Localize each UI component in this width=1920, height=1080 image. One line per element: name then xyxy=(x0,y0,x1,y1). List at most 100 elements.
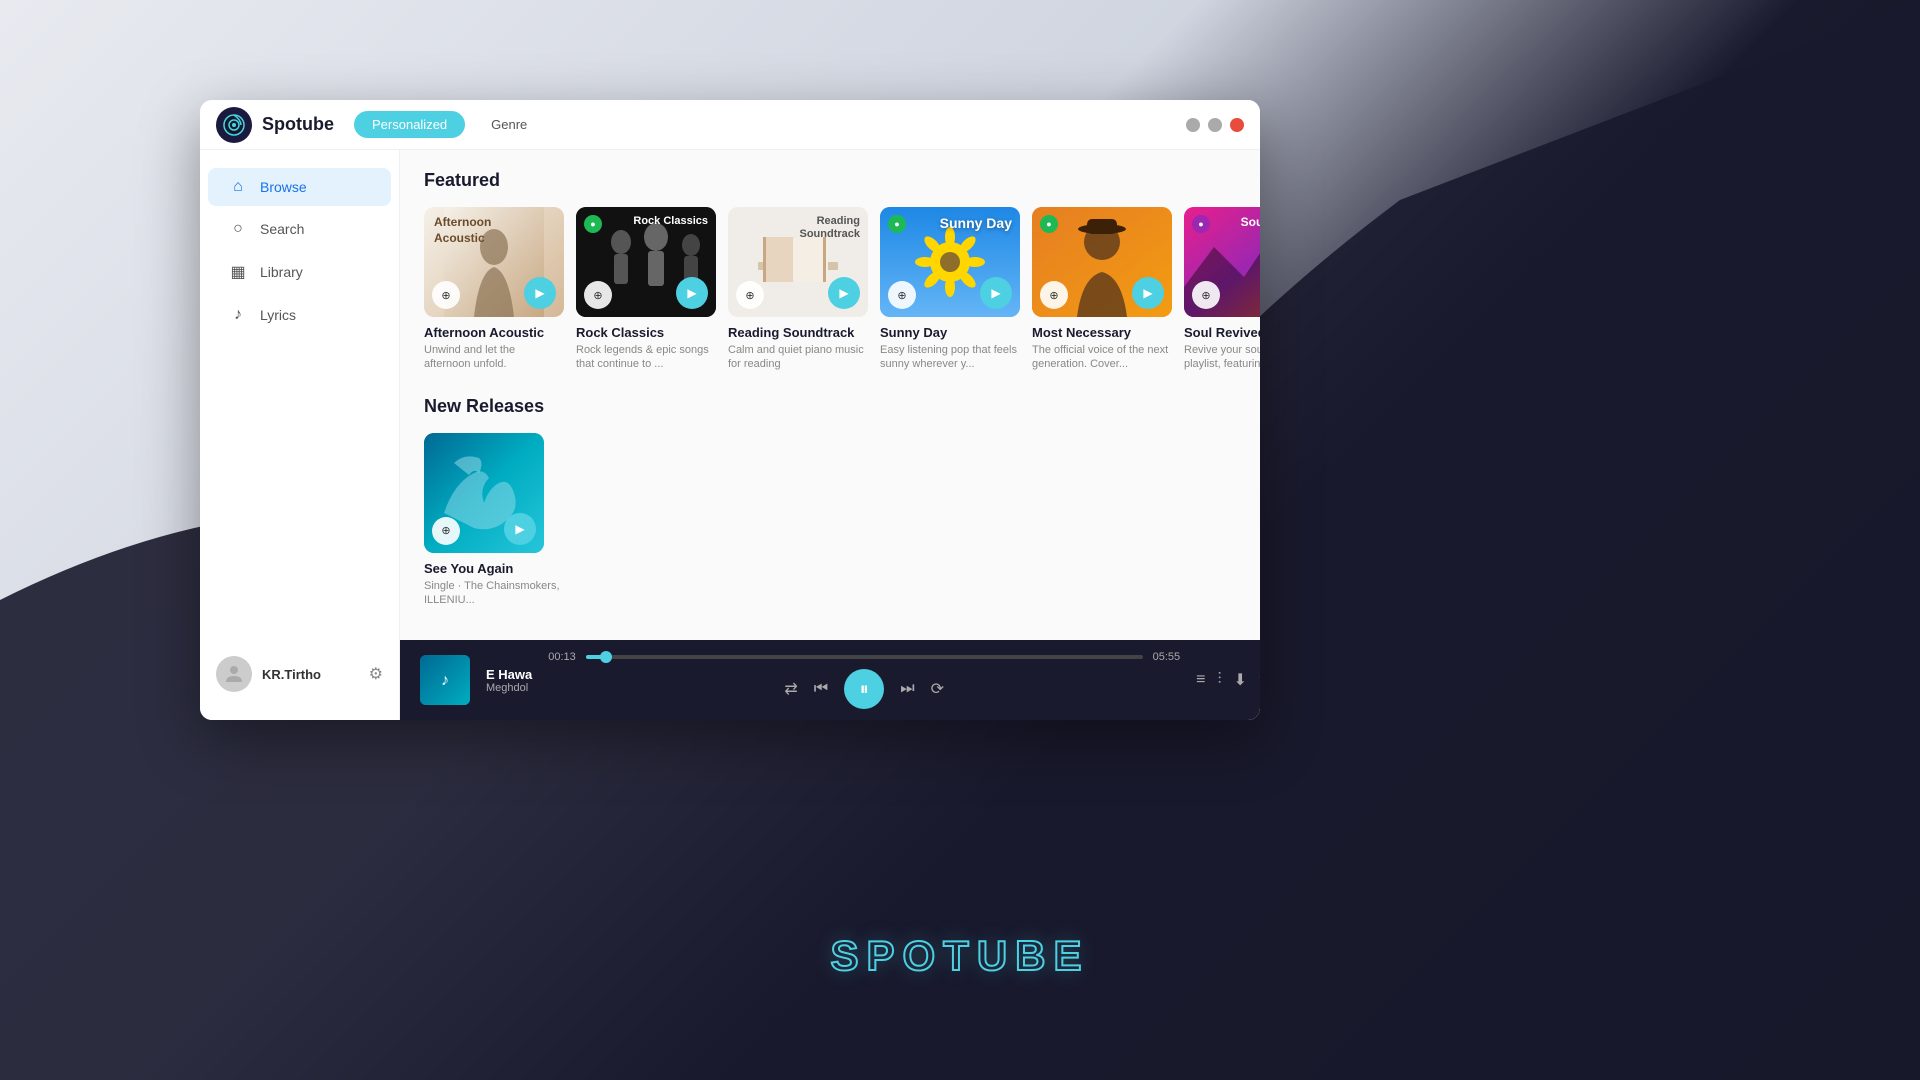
player-center: 00:13 05:55 ⇄ ⏮ ⏸ ⏭ ⟳ xyxy=(548,651,1180,709)
spotify-icon-sunny: ● xyxy=(888,215,906,233)
play-icon[interactable]: ▶ xyxy=(828,277,860,309)
player-track-info: E Hawa Meghdol xyxy=(486,667,532,694)
sidebar-item-browse-label: Browse xyxy=(260,179,307,195)
progress-track[interactable] xyxy=(586,655,1143,659)
sidebar-item-library-label: Library xyxy=(260,264,303,280)
lyrics-icon: ♪ xyxy=(228,306,248,324)
card-necessary-desc: The official voice of the next generatio… xyxy=(1032,343,1172,372)
sidebar-item-search[interactable]: ○ Search xyxy=(208,210,391,248)
sidebar-item-library[interactable]: ▦ Library xyxy=(208,252,391,292)
app-logo-icon xyxy=(216,107,252,143)
repeat-button[interactable]: ⟳ xyxy=(931,679,944,699)
card-rock-desc: Rock legends & epic songs that continue … xyxy=(576,343,716,372)
card-necessary-image: ● ⊕ ▶ xyxy=(1032,207,1172,317)
play-icon[interactable]: ▶ xyxy=(524,277,556,309)
card-seeyou-image: ⊕ ▶ xyxy=(424,433,544,553)
card-necessary-title: Most Necessary xyxy=(1032,325,1172,340)
main-content: Featured xyxy=(400,150,1260,720)
tab-genre[interactable]: Genre xyxy=(473,111,545,138)
card-afternoon-acoustic-image: Afternoon Acoustic ⊕ ▶ xyxy=(424,207,564,317)
card-sunny-day[interactable]: Sunny Day ● ⊕ ▶ Sunny Day Easy listening… xyxy=(880,207,1020,372)
player-bar: ♪ E Hawa Meghdol 00:13 05:55 ⇄ ⏮ ⏸ ⏭ xyxy=(400,640,1260,720)
play-icon[interactable]: ▶ xyxy=(504,513,536,545)
card-reading-title: Reading Soundtrack xyxy=(728,325,868,340)
add-to-library-icon[interactable]: ⊕ xyxy=(736,281,764,309)
tabs-container: Personalized Genre xyxy=(354,111,1186,138)
spotify-icon-soul: ● xyxy=(1192,215,1210,233)
tab-personalized[interactable]: Personalized xyxy=(354,111,465,138)
minimize-button[interactable] xyxy=(1186,118,1200,132)
download-icon[interactable]: ⬇ xyxy=(1233,670,1246,690)
user-name: KR.Tirtho xyxy=(262,667,321,682)
card-soul-desc: Revive your soul with this playlist, fea… xyxy=(1184,343,1260,372)
card-seeyou-title: See You Again xyxy=(424,561,564,576)
sidebar-item-search-label: Search xyxy=(260,221,304,237)
play-icon[interactable]: ▶ xyxy=(676,277,708,309)
card-rock-title: Rock Classics xyxy=(576,325,716,340)
spotify-icon-necessary: ● xyxy=(1040,215,1058,233)
card-afternoon-acoustic[interactable]: Afternoon Acoustic ⊕ ▶ Afternoon Acousti… xyxy=(424,207,564,372)
card-soul-image: Soul Revived ● ⊕ ▶ xyxy=(1184,207,1260,317)
card-sunny-title: Sunny Day xyxy=(880,325,1020,340)
heart-icon[interactable]: ♥ xyxy=(1259,671,1260,689)
library-icon: ▦ xyxy=(228,262,248,282)
add-to-library-icon[interactable]: ⊕ xyxy=(1192,281,1220,309)
card-reading-desc: Calm and quiet piano music for reading xyxy=(728,343,868,372)
add-to-library-icon[interactable]: ⊕ xyxy=(1040,281,1068,309)
card-sunny-desc: Easy listening pop that feels sunny wher… xyxy=(880,343,1020,372)
app-watermark: SPOTUBE xyxy=(830,932,1089,980)
next-button[interactable]: ⏭ xyxy=(900,680,914,698)
sidebar-item-lyrics[interactable]: ♪ Lyrics xyxy=(208,296,391,334)
svg-text:♪: ♪ xyxy=(441,672,449,689)
card-soul-revived[interactable]: Soul Revived ● ⊕ ▶ Soul Revived Revive y… xyxy=(1184,207,1260,372)
add-to-library-icon[interactable]: ⊕ xyxy=(432,517,460,545)
home-icon: ⌂ xyxy=(228,178,248,196)
featured-section-title: Featured xyxy=(424,170,1236,191)
search-icon: ○ xyxy=(228,220,248,238)
player-song-title: E Hawa xyxy=(486,667,532,682)
prev-button[interactable]: ⏮ xyxy=(814,680,828,698)
add-to-library-icon[interactable]: ⊕ xyxy=(432,281,460,309)
pause-button[interactable]: ⏸ xyxy=(844,669,884,709)
player-right-controls: ≡ ⫶ ⬇ ♥ ⏱ ⛶ 🔊 xyxy=(1196,670,1260,690)
add-to-library-icon[interactable]: ⊕ xyxy=(888,281,916,309)
play-icon[interactable]: ▶ xyxy=(980,277,1012,309)
queue-icon[interactable]: ≡ xyxy=(1196,671,1205,689)
sidebar-item-browse[interactable]: ⌂ Browse xyxy=(208,168,391,206)
sidebar-bottom: KR.Tirtho ⚙ xyxy=(200,644,399,704)
new-releases-cards-grid: ⊕ ▶ See You Again Single · The Chainsmok… xyxy=(424,433,1236,608)
title-left: Spotube xyxy=(216,107,334,143)
card-most-necessary[interactable]: ● ⊕ ▶ Most Necessary The official voice … xyxy=(1032,207,1172,372)
sidebar: ⌂ Browse ○ Search ▦ Library ♪ Lyrics xyxy=(200,150,400,720)
settings-icon[interactable]: ⚙ xyxy=(369,664,383,684)
card-sunny-image: Sunny Day ● ⊕ ▶ xyxy=(880,207,1020,317)
card-see-you-again[interactable]: ⊕ ▶ See You Again Single · The Chainsmok… xyxy=(424,433,564,608)
card-afternoon-desc: Unwind and let the afternoon unfold. xyxy=(424,343,564,372)
app-title: Spotube xyxy=(262,114,334,135)
maximize-button[interactable] xyxy=(1208,118,1222,132)
card-rock-classics[interactable]: Rock Classics ● ⊕ ▶ Rock Classics Rock l… xyxy=(576,207,716,372)
card-reading-image: ReadingSoundtrack ⊕ ▶ xyxy=(728,207,868,317)
player-total-time: 05:55 xyxy=(1153,651,1181,663)
filter-icon[interactable]: ⫶ xyxy=(1217,671,1221,689)
app-body: ⌂ Browse ○ Search ▦ Library ♪ Lyrics xyxy=(200,150,1260,720)
card-reading-soundtrack[interactable]: ReadingSoundtrack ⊕ ▶ Reading Soundtrack… xyxy=(728,207,868,372)
player-artist: Meghdol xyxy=(486,682,532,694)
player-controls: ⇄ ⏮ ⏸ ⏭ ⟳ xyxy=(784,669,944,709)
card-afternoon-title: Afternoon Acoustic xyxy=(424,325,564,340)
window-controls xyxy=(1186,118,1244,132)
shuffle-button[interactable]: ⇄ xyxy=(784,679,797,699)
app-window: Spotube Personalized Genre ⌂ Browse ○ Se… xyxy=(200,100,1260,720)
featured-cards-grid: Afternoon Acoustic ⊕ ▶ Afternoon Acousti… xyxy=(424,207,1236,372)
add-to-library-icon[interactable]: ⊕ xyxy=(584,281,612,309)
close-button[interactable] xyxy=(1230,118,1244,132)
card-seeyou-desc: Single · The Chainsmokers, ILLENIU... xyxy=(424,579,564,608)
card-soul-title: Soul Revived xyxy=(1184,325,1260,340)
player-thumbnail: ♪ xyxy=(420,655,470,705)
progress-thumb xyxy=(600,651,612,663)
sidebar-item-lyrics-label: Lyrics xyxy=(260,307,296,323)
card-rock-classics-image: Rock Classics ● ⊕ ▶ xyxy=(576,207,716,317)
play-icon[interactable]: ▶ xyxy=(1132,277,1164,309)
player-progress-bar: 00:13 05:55 xyxy=(548,651,1180,663)
spotify-icon: ● xyxy=(584,215,602,233)
